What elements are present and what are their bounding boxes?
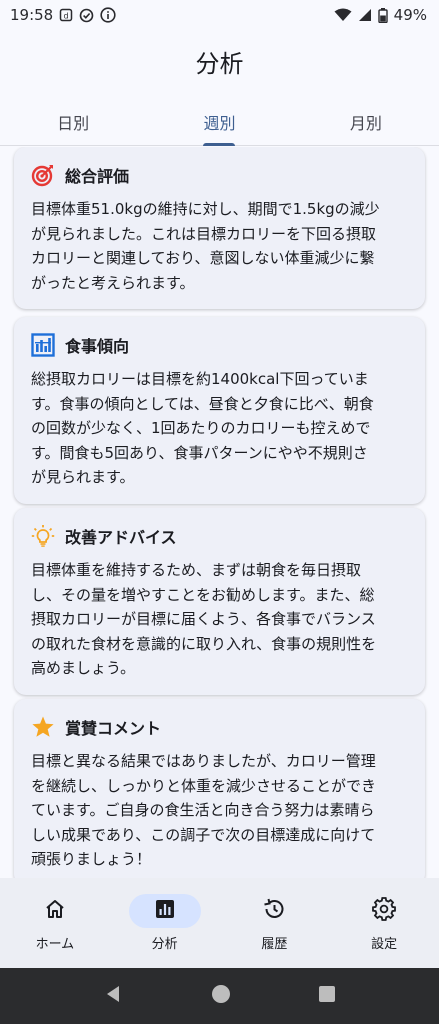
lightbulb-icon bbox=[31, 524, 55, 548]
settings-icon bbox=[372, 897, 397, 925]
tab-daily[interactable]: 日別 bbox=[0, 98, 146, 145]
tab-label: 月別 bbox=[349, 113, 382, 133]
bottom-navigation: ホーム 分析 履歴 設定 bbox=[0, 878, 439, 968]
card-title: 総合評価 bbox=[65, 167, 130, 186]
card-body: 目標体重を維持するため、まずは朝食を毎日摂取 し、その量を増やすことをお勧めしま… bbox=[31, 558, 409, 681]
status-bar: 19:58 d 49% bbox=[0, 0, 439, 30]
tab-label: 日別 bbox=[57, 113, 90, 133]
card-text-line: 目標と異なる結果ではありましたが、カロリー管理 bbox=[31, 752, 376, 770]
card-text-line: 目標体重を維持するため、まずは朝食を毎日摂取 bbox=[31, 561, 362, 579]
card-text-line: が見られます。 bbox=[31, 468, 135, 486]
star-icon bbox=[31, 715, 55, 739]
card-text-line: 頑張りましょう！ bbox=[31, 850, 152, 868]
target-icon bbox=[31, 163, 55, 187]
signal-icon bbox=[358, 8, 372, 22]
tab-label: 週別 bbox=[203, 113, 236, 133]
meal-trend-card: 食事傾向 総摂取カロリーは目標を約1400kcal下回っていま す。食事の傾向と… bbox=[14, 317, 425, 504]
card-body: 目標体重51.0kgの維持に対し、期間で1.5kgの減少 が見られました。これは… bbox=[31, 197, 409, 295]
nav-analytics[interactable]: 分析 bbox=[110, 878, 220, 968]
app-bar: 分析 bbox=[0, 30, 439, 92]
card-text-line: の回数が少なく、1回あたりのカロリーも控えめで bbox=[31, 419, 371, 437]
praise-comment-card: 賞賛コメント 目標と異なる結果ではありましたが、カロリー管理 を継続し、しっかり… bbox=[14, 699, 425, 878]
sim-card-icon: d bbox=[59, 8, 73, 22]
card-title: 改善アドバイス bbox=[65, 528, 177, 547]
battery-percent: 49% bbox=[393, 6, 427, 24]
period-tabs: 日別 週別 月別 bbox=[0, 98, 439, 146]
nav-history[interactable]: 履歴 bbox=[220, 878, 330, 968]
nav-label: 設定 bbox=[371, 937, 398, 952]
card-title: 賞賛コメント bbox=[65, 719, 162, 738]
system-navigation-bar bbox=[0, 968, 439, 1024]
tab-indicator bbox=[203, 143, 236, 146]
overall-evaluation-card: 総合評価 目標体重51.0kgの維持に対し、期間で1.5kgの減少 が見られまし… bbox=[14, 147, 425, 309]
history-icon bbox=[262, 897, 286, 925]
card-text-line: 摂取カロリーが目標に届くよう、各食事でバランス bbox=[31, 610, 376, 628]
svg-text:d: d bbox=[64, 12, 69, 21]
card-text-line: が見られました。これは目標カロリーを下回る摂取 bbox=[31, 224, 377, 243]
nav-settings[interactable]: 設定 bbox=[329, 878, 439, 968]
card-text-line: の取れた食材を意識的に取り入れ、食事の規則性を bbox=[31, 634, 377, 653]
bar-chart-icon bbox=[31, 333, 55, 357]
card-text-line: 目標体重51.0kgの維持に対し、期間で1.5kgの減少 bbox=[31, 200, 380, 218]
tab-weekly[interactable]: 週別 bbox=[146, 98, 292, 146]
home-icon bbox=[43, 897, 67, 925]
page-title: 分析 bbox=[195, 49, 244, 78]
info-icon bbox=[100, 7, 116, 23]
check-circle-icon bbox=[79, 8, 94, 23]
card-text-line: しい成果であり、この調子で次の目標達成に向けて bbox=[31, 825, 376, 844]
status-time: 19:58 bbox=[10, 6, 54, 24]
wifi-icon bbox=[334, 8, 352, 22]
card-text-line: 総摂取カロリーは目標を約1400kcal下回っていま bbox=[31, 370, 369, 388]
card-text-line: カロリーと関連しており、意図しない体重減少に繋 bbox=[31, 249, 375, 267]
recents-icon[interactable] bbox=[318, 985, 336, 1007]
card-text-line: し、その量を増やすことをお勧めします。また、総 bbox=[31, 585, 375, 604]
nav-home[interactable]: ホーム bbox=[0, 878, 110, 968]
card-text-line: す。食事の傾向としては、昼食と夕食に比べ、朝食 bbox=[31, 394, 374, 413]
analytics-icon bbox=[153, 897, 177, 925]
card-title: 食事傾向 bbox=[65, 337, 130, 356]
card-text-line: を継続し、しっかりと体重を減少させることができ bbox=[31, 776, 377, 795]
card-text-line: す。間食も5回あり、食事パターンにやや不規則さ bbox=[31, 443, 368, 462]
card-body: 目標と異なる結果ではありましたが、カロリー管理 を継続し、しっかりと体重を減少さ… bbox=[31, 749, 409, 872]
analysis-content[interactable]: 総合評価 目標体重51.0kgの維持に対し、期間で1.5kgの減少 が見られまし… bbox=[0, 147, 439, 878]
improvement-advice-card: 改善アドバイス 目標体重を維持するため、まずは朝食を毎日摂取 し、その量を増やす… bbox=[14, 508, 425, 695]
back-icon[interactable] bbox=[104, 984, 124, 1008]
nav-label: 分析 bbox=[151, 937, 178, 952]
card-text-line: がったと考えられます。 bbox=[31, 273, 195, 292]
card-text-line: 高めましょう。 bbox=[31, 659, 136, 677]
home-circle-icon[interactable] bbox=[211, 984, 231, 1008]
card-text-line: ています。ご自身の食生活と向き合う努力は素晴ら bbox=[31, 801, 375, 819]
nav-label: 履歴 bbox=[261, 937, 288, 952]
card-body: 総摂取カロリーは目標を約1400kcal下回っていま す。食事の傾向としては、昼… bbox=[31, 367, 409, 490]
nav-label: ホーム bbox=[35, 937, 75, 952]
battery-icon bbox=[377, 7, 388, 23]
tab-monthly[interactable]: 月別 bbox=[293, 98, 439, 145]
